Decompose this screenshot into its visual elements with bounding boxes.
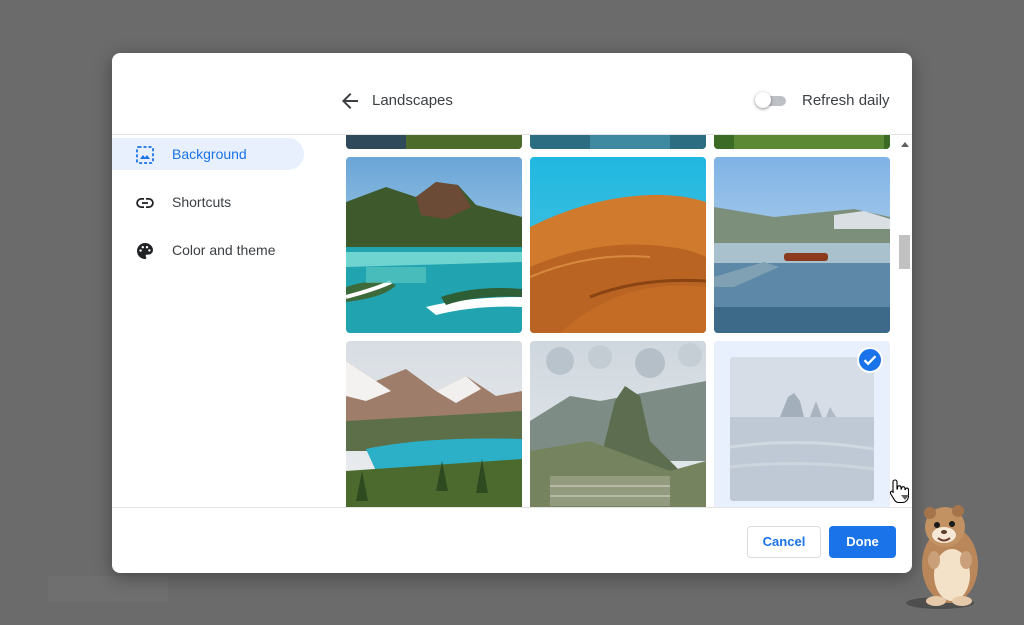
collection-title: Landscapes	[372, 92, 453, 109]
sidebar-item-label: Shortcuts	[172, 194, 232, 210]
refresh-daily-toggle[interactable]	[755, 92, 786, 108]
sidebar-item-label: Background	[172, 146, 247, 162]
scroll-down-arrow-icon[interactable]	[901, 495, 909, 500]
arrow-left-icon	[342, 93, 358, 109]
wallpaper-tile-mountain-ruins[interactable]	[530, 341, 706, 507]
scrollbar-thumb[interactable]	[899, 235, 910, 269]
background-image-icon	[136, 146, 154, 164]
scroll-up-arrow-icon[interactable]	[901, 142, 909, 147]
check-circle-icon	[857, 347, 883, 373]
wallpaper-tile-partial[interactable]	[714, 135, 890, 149]
sidebar-item-label: Color and theme	[172, 242, 276, 258]
cancel-button[interactable]: Cancel	[747, 526, 821, 558]
done-button[interactable]: Done	[829, 526, 896, 558]
wallpaper-tile-lake-pier[interactable]	[714, 157, 890, 333]
wallpaper-tile-partial[interactable]	[346, 135, 522, 149]
sidebar-item-color-and-theme[interactable]: Color and theme	[112, 234, 304, 266]
gallery-scrollbar[interactable]	[897, 135, 912, 507]
refresh-daily-label: Refresh daily	[802, 92, 890, 109]
link-icon	[136, 198, 154, 208]
wallpaper-tile-island-coast[interactable]	[346, 157, 522, 333]
sidebar-item-background[interactable]: Background	[112, 138, 304, 170]
customize-dialog: Landscapes Refresh daily Background Shor…	[112, 53, 912, 573]
palette-icon	[137, 243, 153, 259]
dialog-header: Landscapes Refresh daily	[112, 53, 912, 135]
wallpaper-tile-desert-dunes[interactable]	[530, 157, 706, 333]
background-window-shadow	[48, 576, 168, 602]
wallpaper-tile-mountain-lake[interactable]	[346, 341, 522, 507]
toggle-knob	[755, 92, 771, 108]
back-button[interactable]	[338, 89, 362, 113]
dialog-footer: Cancel Done	[112, 507, 912, 573]
sidebar-item-shortcuts[interactable]: Shortcuts	[112, 186, 304, 218]
wallpaper-preview	[730, 357, 874, 501]
background-gallery	[344, 135, 912, 507]
sidebar: Background Shortcuts Color and theme	[112, 135, 344, 507]
wallpaper-tile-partial[interactable]	[530, 135, 706, 149]
hamster-mascot-image	[906, 505, 978, 609]
wallpaper-tile-misty-sea-stacks[interactable]	[714, 341, 890, 507]
